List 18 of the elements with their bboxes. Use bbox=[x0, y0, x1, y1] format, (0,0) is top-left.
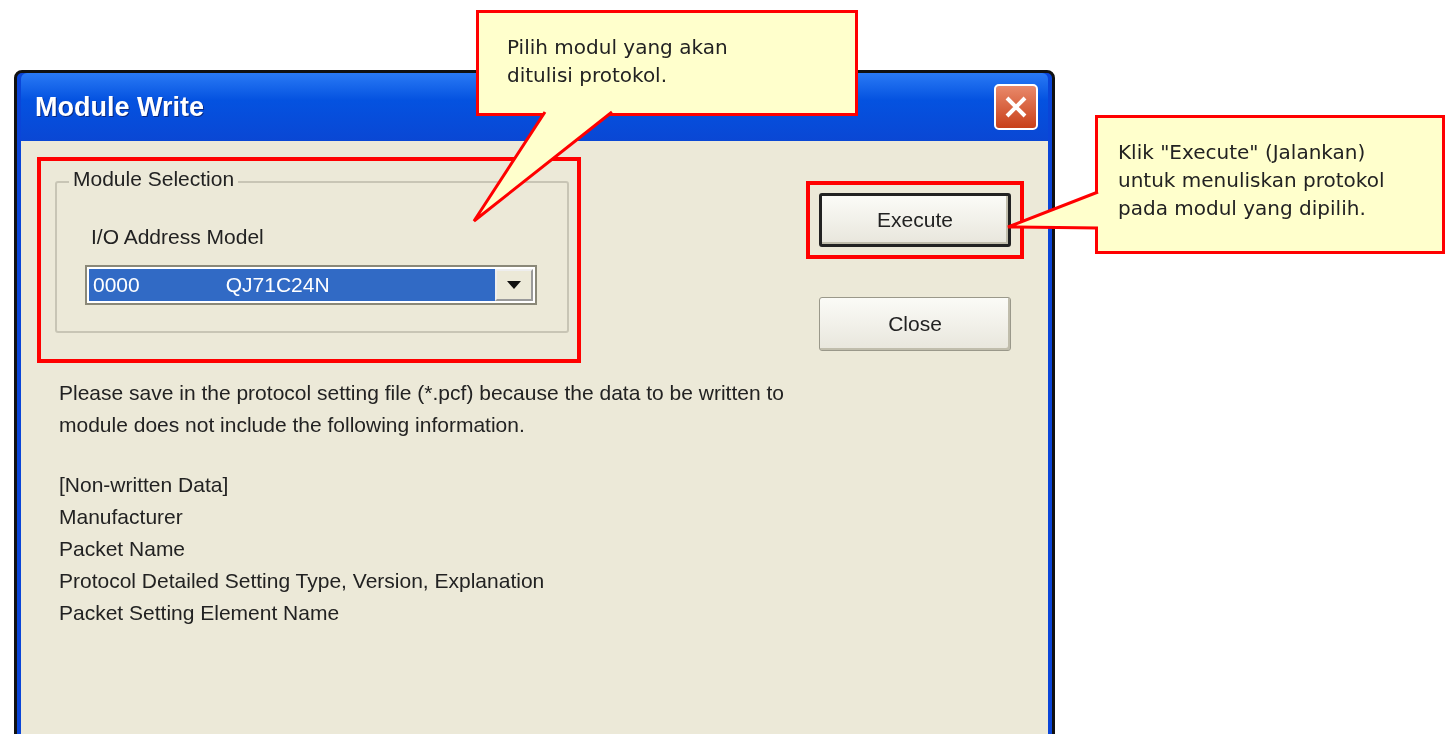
dropdown-button[interactable] bbox=[495, 269, 533, 301]
module-dropdown[interactable]: 0000 QJ71C24N bbox=[85, 265, 537, 305]
info-line: Protocol Detailed Setting Type, Version, Explanation bbox=[59, 568, 546, 594]
field-label: I/O Address Model bbox=[91, 225, 265, 249]
address-text: 0000 bbox=[93, 273, 140, 297]
info-line: Packet Name bbox=[59, 536, 187, 562]
close-button[interactable] bbox=[994, 84, 1038, 130]
model-text: QJ71C24N bbox=[225, 273, 330, 297]
window-title: Module Write bbox=[35, 91, 204, 123]
dialog-button[interactable]: Close bbox=[819, 297, 1011, 351]
info-line: Manufacturer bbox=[59, 504, 184, 530]
caret-icon bbox=[507, 281, 521, 289]
message-text: Please save in the protocol setting file (*.pcf) because the data to be written to module does not include the following information. bbox=[59, 380, 785, 438]
close-icon bbox=[1004, 95, 1028, 119]
callout-box: Klik "Execute" (Jalankan) untuk menuliskan protokol pada modul yang dipilih. bbox=[1095, 115, 1445, 254]
dialog-button[interactable]: Execute bbox=[819, 193, 1011, 247]
info-line: [Non-written Data] bbox=[59, 472, 230, 498]
info-line: Packet Setting Element Name bbox=[59, 600, 341, 626]
